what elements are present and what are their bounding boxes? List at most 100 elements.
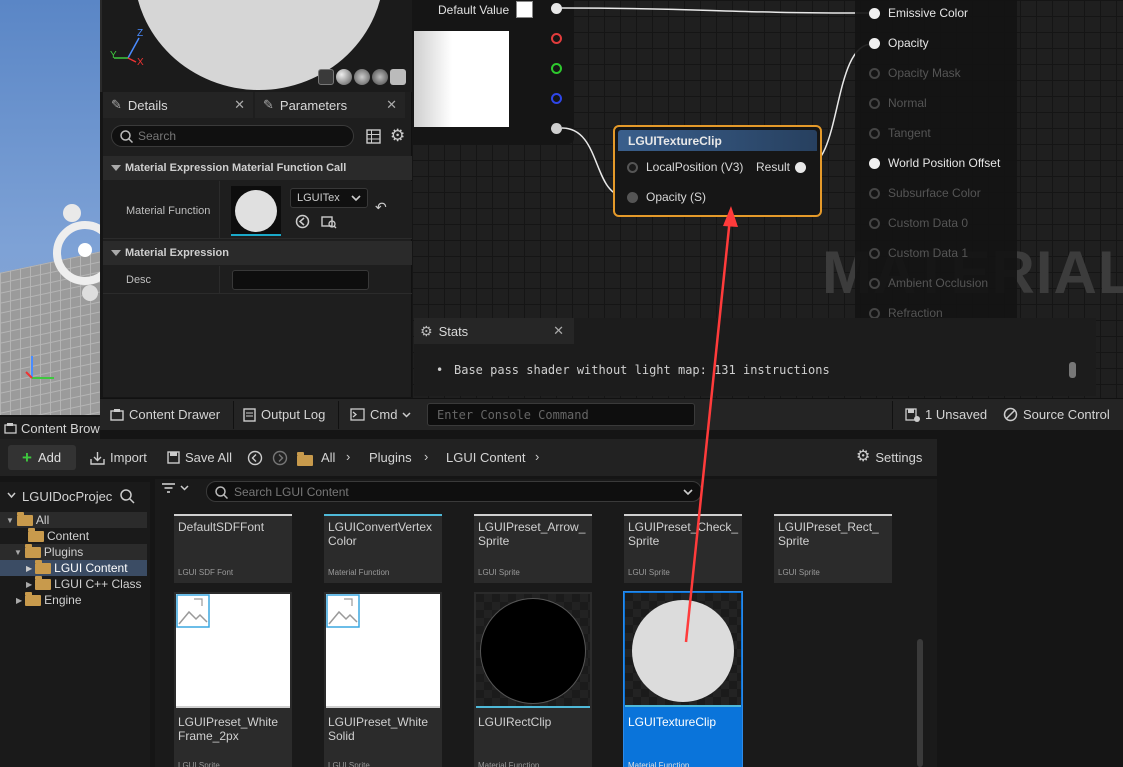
node-header[interactable]: LGUITextureClip (618, 130, 817, 151)
localposition-input-pin[interactable] (627, 162, 638, 173)
folder-icon[interactable] (297, 452, 313, 466)
close-icon[interactable]: ✕ (234, 97, 245, 113)
table-view-icon[interactable] (366, 129, 381, 144)
tab-stats[interactable]: ⚙ Stats ✕ (414, 318, 574, 344)
custom-mesh-icon[interactable] (390, 69, 406, 85)
material-input-row[interactable]: World Position Offset (869, 156, 1000, 170)
material-input-row[interactable]: Normal (869, 96, 927, 110)
stats-scrollbar[interactable] (1069, 362, 1076, 378)
output-log-button[interactable]: Output Log (243, 407, 325, 422)
chevron-right-icon[interactable]: › (346, 449, 350, 464)
cylinder-shape-icon[interactable] (318, 69, 334, 85)
material-input-pin[interactable] (869, 127, 880, 139)
source-control-button[interactable]: Source Control (1003, 407, 1110, 422)
asset-tile-lguirectclip[interactable]: LGUIRectClip Material Function (474, 592, 592, 767)
sphere-shape-icon[interactable] (336, 69, 352, 85)
asset-tile-white-frame[interactable]: LGUIPreset_White Frame_2px LGUI Sprite (174, 592, 292, 767)
material-input-row[interactable]: Subsurface Color (869, 186, 981, 200)
tab-parameters[interactable]: ✎ Parameters ✕ (255, 92, 405, 118)
close-icon[interactable]: ✕ (386, 97, 397, 113)
material-function-dropdown[interactable]: LGUITex (290, 188, 368, 208)
tree-item-lgui-cpp[interactable]: ▶ LGUI C++ Class (26, 575, 142, 591)
breadcrumb-plugins[interactable]: Plugins (369, 450, 412, 465)
material-input-label: World Position Offset (888, 156, 1001, 170)
section-material-expression[interactable]: Material Expression (103, 241, 412, 265)
texture-clip-node[interactable]: LGUITextureClip LocalPosition (V3) Resul… (613, 125, 822, 217)
material-input-row[interactable]: Custom Data 1 (869, 246, 968, 260)
breadcrumb-lgui-content[interactable]: LGUI Content (446, 450, 526, 465)
browse-folder-icon[interactable] (321, 214, 337, 229)
material-input-row[interactable]: Tangent (869, 126, 931, 140)
save-all-button[interactable]: Save All (167, 450, 232, 465)
material-input-row[interactable]: Custom Data 0 (869, 216, 968, 230)
folder-icon (24, 543, 41, 558)
chevron-right-icon[interactable]: › (424, 449, 428, 464)
tree-item-plugins[interactable]: ▼ Plugins (14, 543, 83, 559)
chevron-down-icon[interactable] (7, 492, 16, 499)
material-input-row[interactable]: Emissive Color (869, 6, 968, 20)
search-icon[interactable] (120, 489, 135, 504)
result-output-pin[interactable] (795, 162, 806, 173)
tab-content-browser[interactable]: Content Brow (0, 417, 100, 439)
material-input-pin[interactable] (869, 247, 880, 259)
cube-shape-icon[interactable] (372, 69, 388, 85)
desc-input[interactable] (232, 270, 369, 290)
editor-status-bar: Content Drawer Output Log Cmd Enter Cons… (100, 398, 1123, 430)
import-button[interactable]: Import (90, 450, 147, 465)
asset-tile-defaultsdffont[interactable]: DefaultSDFFont LGUI SDF Font (174, 514, 292, 583)
material-input-pin[interactable] (869, 97, 880, 109)
asset-tile-arrow-sprite[interactable]: LGUIPreset_Arrow_ Sprite LGUI Sprite (474, 514, 592, 583)
back-arrow-icon[interactable] (247, 450, 263, 466)
use-selected-arrow-icon[interactable] (295, 214, 310, 229)
material-input-pin[interactable] (869, 157, 880, 169)
stats-tab-label: Stats (438, 323, 469, 339)
content-drawer-button[interactable]: Content Drawer (110, 407, 220, 422)
add-button[interactable]: + Add (8, 445, 76, 470)
material-result-node[interactable]: Emissive Color Opacity Opacity Mask Normal T… (855, 0, 1017, 320)
asset-view-scrollbar[interactable] (917, 639, 923, 767)
tree-item-engine[interactable]: ▶ Engine (16, 591, 82, 607)
close-icon[interactable]: ✕ (553, 323, 564, 339)
material-input-pin[interactable] (869, 187, 880, 199)
material-input-row[interactable]: Opacity (869, 36, 929, 50)
tree-item-all[interactable]: ▼ All (6, 511, 49, 527)
material-input-pin[interactable] (869, 217, 880, 229)
material-input-label: Emissive Color (888, 6, 969, 20)
forward-arrow-icon[interactable] (272, 450, 288, 466)
asset-tile-lguitextureclip-selected[interactable]: LGUITextureClip Material Function (623, 591, 743, 767)
asset-search-input[interactable]: Search LGUI Content (206, 481, 702, 502)
section-material-function-call[interactable]: Material Expression Material Function Ca… (103, 156, 412, 180)
asset-tile-lguiconvertvertexcolor[interactable]: LGUIConvertVertex Color Material Functio… (324, 514, 442, 583)
material-input-row[interactable]: Ambient Occlusion (869, 276, 988, 290)
material-input-pin[interactable] (869, 277, 880, 289)
unsaved-button[interactable]: 1 Unsaved (905, 407, 987, 422)
material-input-pin[interactable] (869, 307, 880, 319)
material-function-label: Material Function (126, 205, 211, 217)
asset-tile-check-sprite[interactable]: LGUIPreset_Check_ Sprite LGUI Sprite (624, 514, 742, 583)
reset-arrow-icon[interactable]: ↶ (375, 199, 387, 216)
material-input-pin[interactable] (869, 37, 880, 49)
tree-item-lgui-content[interactable]: ▶ LGUI Content (26, 559, 128, 575)
material-input-row[interactable]: Opacity Mask (869, 66, 961, 80)
cmd-dropdown[interactable]: Cmd (350, 407, 411, 422)
plane-shape-icon[interactable] (354, 69, 370, 85)
asset-tile-rect-sprite[interactable]: LGUIPreset_Rect_ Sprite LGUI Sprite (774, 514, 892, 583)
image-placeholder-icon (326, 594, 360, 628)
filter-button[interactable] (161, 482, 189, 494)
tile-thumbnail (176, 594, 290, 708)
material-input-pin[interactable] (869, 7, 880, 19)
chevron-right-icon[interactable]: › (535, 449, 539, 464)
tab-details[interactable]: ✎ Details ✕ (103, 92, 253, 118)
console-command-input[interactable]: Enter Console Command (427, 403, 695, 426)
material-preview[interactable]: Y X Z (100, 0, 412, 92)
details-search-input[interactable]: Search (111, 125, 354, 147)
gear-icon[interactable]: ⚙ (390, 126, 405, 146)
opacity-input-pin[interactable] (627, 192, 638, 203)
asset-tile-white-solid[interactable]: LGUIPreset_White Solid LGUI Sprite (324, 592, 442, 767)
level-viewport[interactable] (0, 0, 100, 415)
settings-button[interactable]: ⚙ Settings (856, 449, 922, 465)
tree-item-content[interactable]: Content (28, 527, 89, 543)
function-thumbnail[interactable] (231, 186, 281, 236)
material-input-pin[interactable] (869, 67, 880, 79)
breadcrumb-all[interactable]: All (321, 450, 335, 465)
